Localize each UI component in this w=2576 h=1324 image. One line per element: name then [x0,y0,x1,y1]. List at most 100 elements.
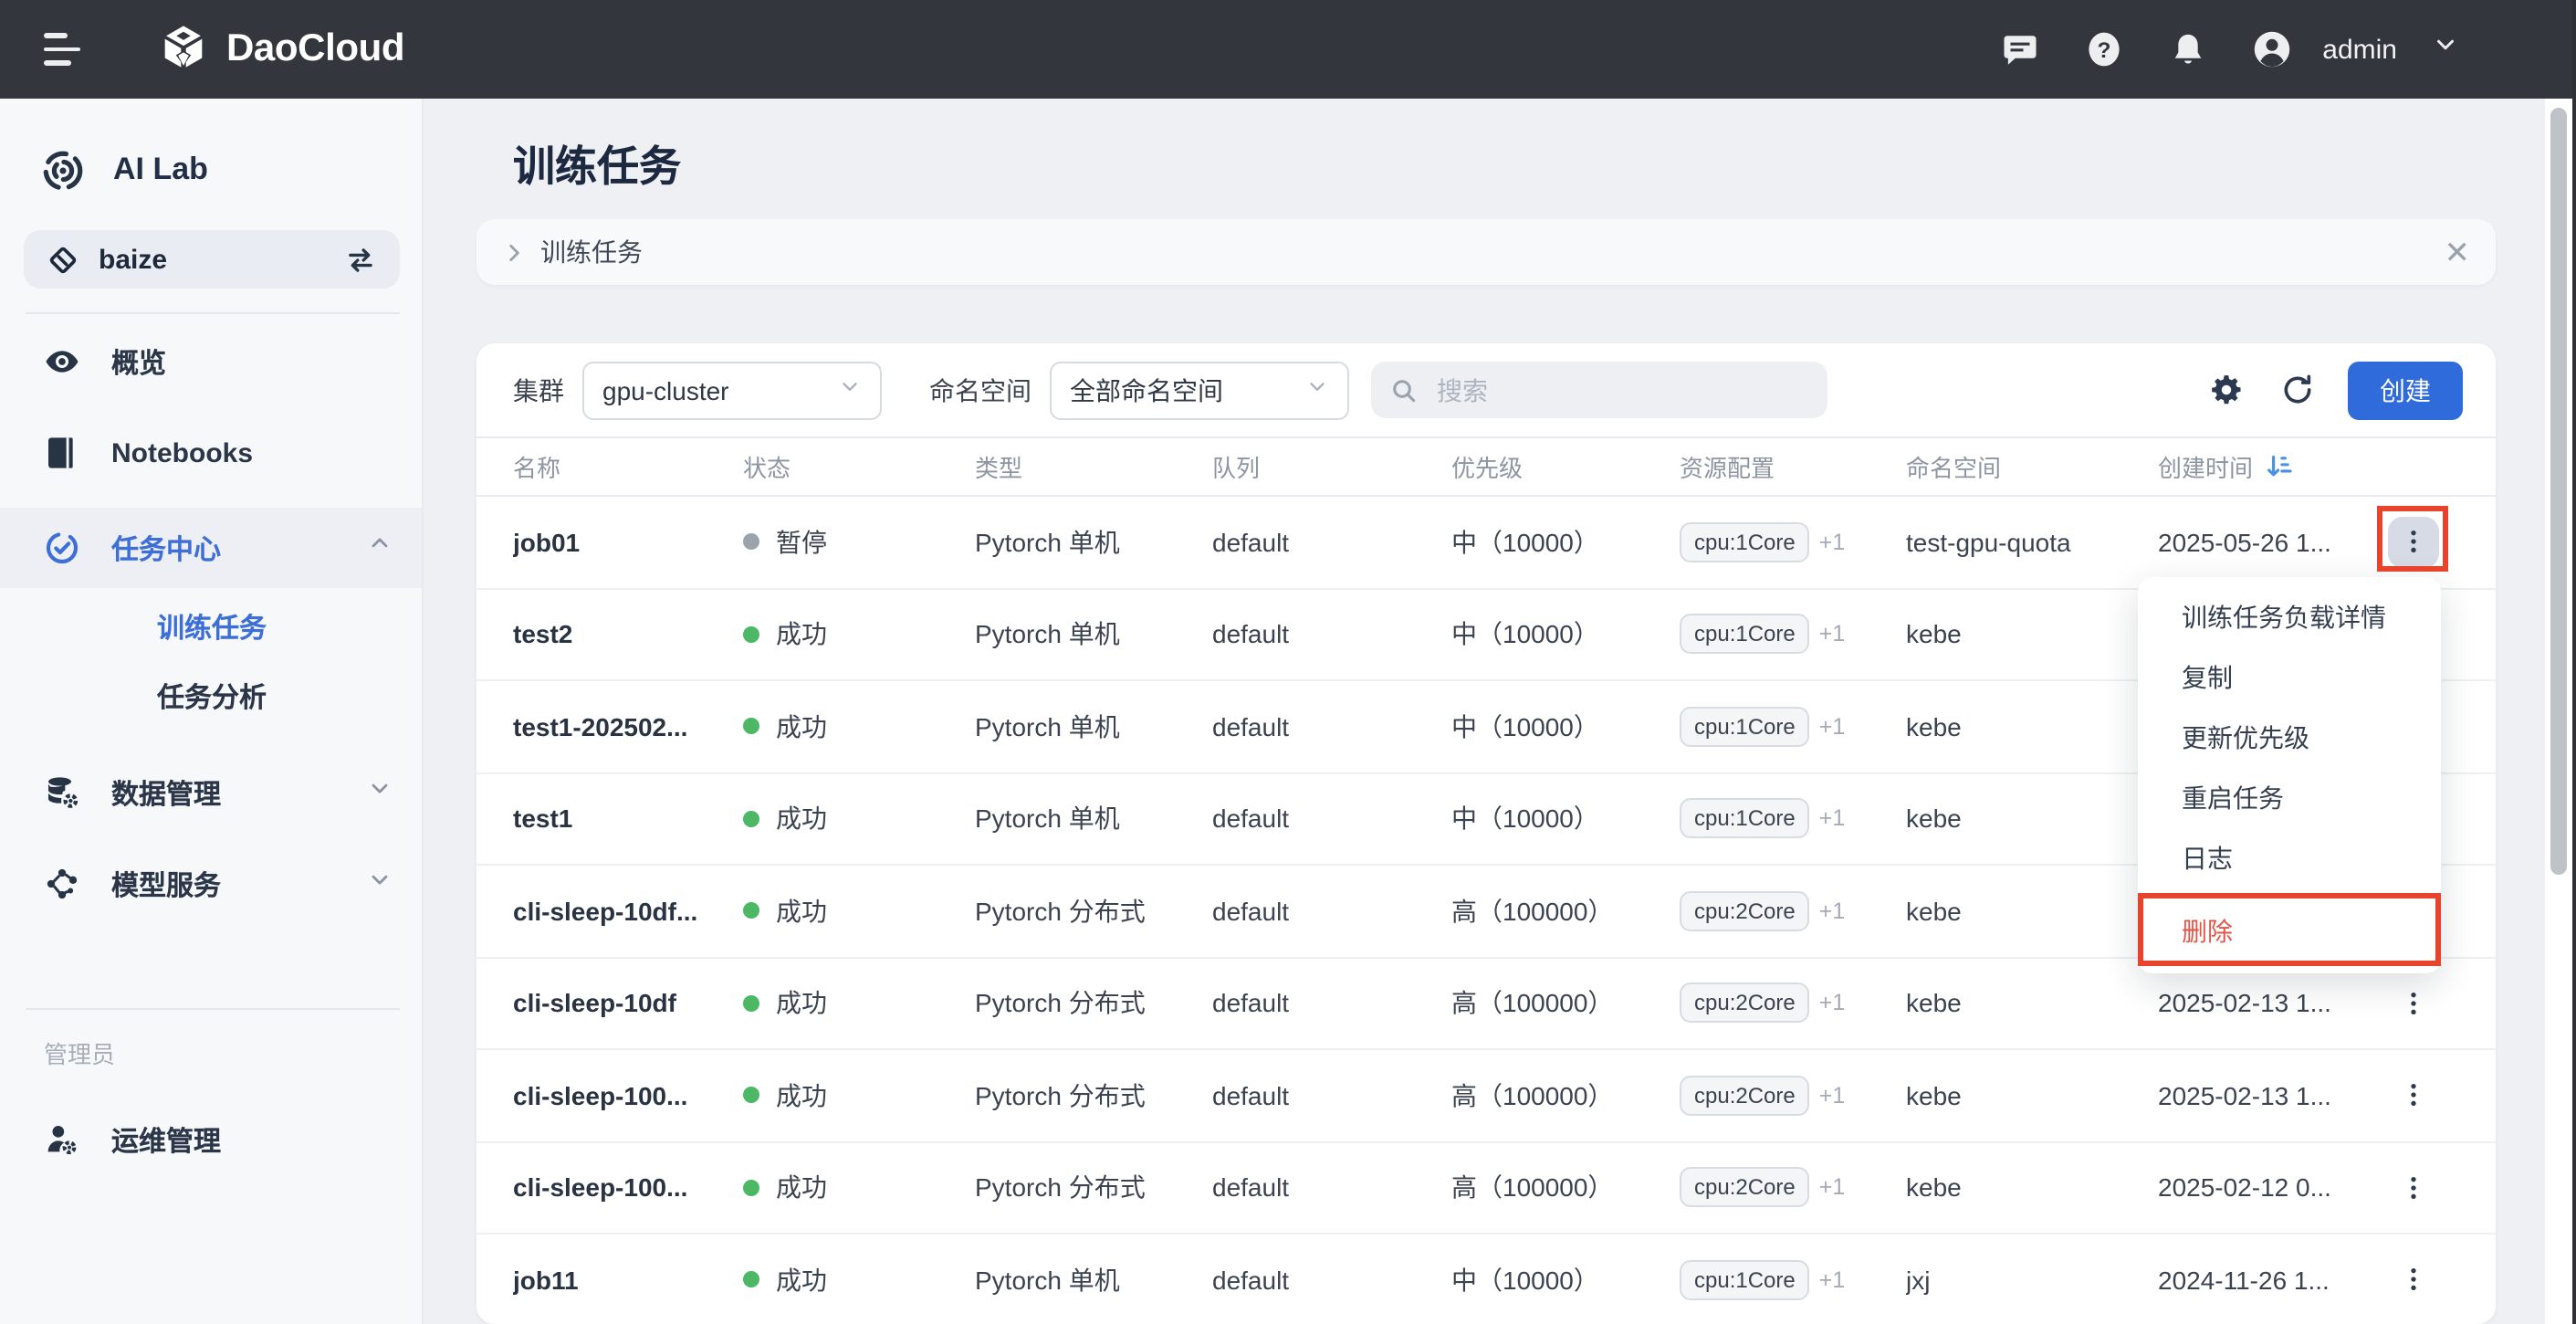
context-menu-item[interactable]: 复制 [2138,648,2441,709]
chevron-down-icon [838,373,862,406]
resource-extra-badge[interactable]: +1 [1819,991,1846,1016]
kebab-menu-button[interactable] [2388,517,2439,568]
bell-icon[interactable] [2169,30,2207,68]
priority-cell: 中（10000） [1451,616,1680,653]
resource-badge[interactable]: cpu:1Core [1680,799,1810,839]
column-header-创建时间[interactable]: 创建时间 [2158,449,2373,484]
close-icon[interactable]: ✕ [2445,236,2471,268]
chat-icon[interactable] [2001,30,2039,68]
scrollbar-thumb[interactable] [2550,108,2567,875]
scrollbar-track[interactable] [2545,99,2572,1324]
sort-descending-icon[interactable] [2264,451,2295,482]
resource-extra-badge[interactable]: +1 [1819,898,1846,924]
status-label: 暂停 [776,524,827,561]
job-name-cell[interactable]: cli-sleep-100... [513,1173,743,1203]
resources-cell: cpu:1Core +1 [1680,707,1906,747]
create-button[interactable]: 创建 [2348,361,2463,419]
swap-icon[interactable] [343,242,378,277]
context-menu-item[interactable]: 日志 [2138,829,2441,889]
resource-badge[interactable]: cpu:1Core [1680,1260,1810,1300]
status-cell: 成功 [743,1077,975,1114]
resource-extra-badge[interactable]: +1 [1819,622,1846,647]
resource-extra-badge[interactable]: +1 [1819,714,1846,740]
type-cell: Pytorch 分布式 [975,1170,1212,1206]
resource-extra-badge[interactable]: +1 [1819,1175,1846,1201]
workspace-icon [46,242,80,277]
context-menu-item[interactable]: 更新优先级 [2138,709,2441,769]
job-name-cell[interactable]: test2 [513,620,743,649]
workspace-switcher[interactable]: baize [24,230,400,289]
chevron-down-icon[interactable] [367,775,393,810]
priority-cell: 中（10000） [1451,801,1680,837]
help-icon[interactable]: ? [2085,30,2123,68]
brand-name: DaoCloud [226,27,404,71]
brand-logo[interactable]: DaoCloud [157,23,404,76]
task-center-icon [44,530,80,566]
job-name-cell[interactable]: job11 [513,1266,743,1295]
sidebar-product[interactable]: AI Lab [0,99,422,205]
job-name-cell[interactable]: cli-sleep-10df [513,989,743,1018]
resource-badge[interactable]: cpu:1Core [1680,522,1810,562]
status-cell: 成功 [743,1262,975,1298]
resource-badge[interactable]: cpu:2Core [1680,891,1810,931]
resource-extra-badge[interactable]: +1 [1819,1083,1846,1109]
sidebar-subitem-task-analysis[interactable]: 任务分析 [0,661,422,730]
priority-cell: 中（10000） [1451,709,1680,745]
sidebar-item-overview[interactable]: 概览 [0,321,422,402]
kebab-menu-button[interactable] [2388,978,2439,1029]
resource-extra-badge[interactable]: +1 [1819,1267,1846,1293]
column-header-label: 优先级 [1451,449,1523,484]
status-cell: 成功 [743,1170,975,1206]
resource-extra-badge[interactable]: +1 [1819,806,1846,832]
type-cell: Pytorch 单机 [975,524,1212,561]
job-name-cell[interactable]: job01 [513,528,743,557]
job-name-cell[interactable]: test1-202502... [513,712,743,741]
search-box[interactable] [1371,362,1827,418]
gear-icon[interactable] [2205,370,2246,410]
table-header: 名称状态类型队列优先级资源配置命名空间创建时间 [476,436,2496,497]
chevron-down-icon[interactable] [367,867,393,901]
sidebar-item-task-center[interactable]: 任务中心 [0,508,422,588]
resource-badge[interactable]: cpu:2Core [1680,983,1810,1024]
sidebar-item-ops-management[interactable]: 运维管理 [0,1099,422,1180]
resource-badge[interactable]: cpu:2Core [1680,1076,1810,1116]
sidebar-item-data-management[interactable]: 数据管理 [0,752,422,833]
resource-badge[interactable]: cpu:2Core [1680,1168,1810,1208]
context-menu-item[interactable]: 训练任务负载详情 [2138,588,2441,648]
namespace-select[interactable]: 全部命名空间 [1050,361,1349,419]
sidebar-item-notebooks[interactable]: Notebooks [0,413,422,493]
column-header-状态: 状态 [743,449,975,484]
sidebar-subitem-training-jobs[interactable]: 训练任务 [0,592,422,661]
cluster-label: 集群 [513,372,564,408]
menu-icon[interactable] [44,33,84,66]
breadcrumb: 训练任务 ✕ [476,219,2496,285]
sidebar-item-model-service[interactable]: 模型服务 [0,844,422,924]
type-cell: Pytorch 单机 [975,709,1212,745]
kebab-menu-button[interactable] [2388,1162,2439,1214]
resource-badge[interactable]: cpu:1Core [1680,707,1810,747]
breadcrumb-tab-label[interactable]: 训练任务 [540,234,643,270]
created-time-cell: 2025-02-13 1... [2158,1081,2373,1110]
job-name-cell[interactable]: cli-sleep-10df... [513,897,743,926]
status-dot [743,626,759,643]
job-name-cell[interactable]: cli-sleep-100... [513,1081,743,1110]
refresh-icon[interactable] [2277,370,2317,410]
chevron-right-icon[interactable] [502,240,526,264]
resource-badge[interactable]: cpu:1Core [1680,615,1810,655]
search-input[interactable] [1433,373,1787,406]
kebab-menu-button[interactable] [2388,1255,2439,1306]
avatar-icon[interactable] [2253,30,2291,68]
column-header-label: 类型 [975,449,1022,484]
context-menu-item-delete[interactable]: 删除 [2138,902,2441,962]
resource-extra-badge[interactable]: +1 [1819,530,1846,555]
column-header-资源配置: 资源配置 [1680,449,1906,484]
cluster-select[interactable]: gpu-cluster [582,361,882,419]
type-cell: Pytorch 分布式 [975,1077,1212,1114]
job-name-cell[interactable]: test1 [513,804,743,834]
chevron-down-icon[interactable] [2432,31,2459,68]
chevron-up-icon[interactable] [367,531,393,565]
context-menu-item[interactable]: 重启任务 [2138,769,2441,829]
actions-cell [2373,978,2496,1029]
kebab-menu-button[interactable] [2388,1070,2439,1121]
user-name[interactable]: admin [2322,34,2397,65]
